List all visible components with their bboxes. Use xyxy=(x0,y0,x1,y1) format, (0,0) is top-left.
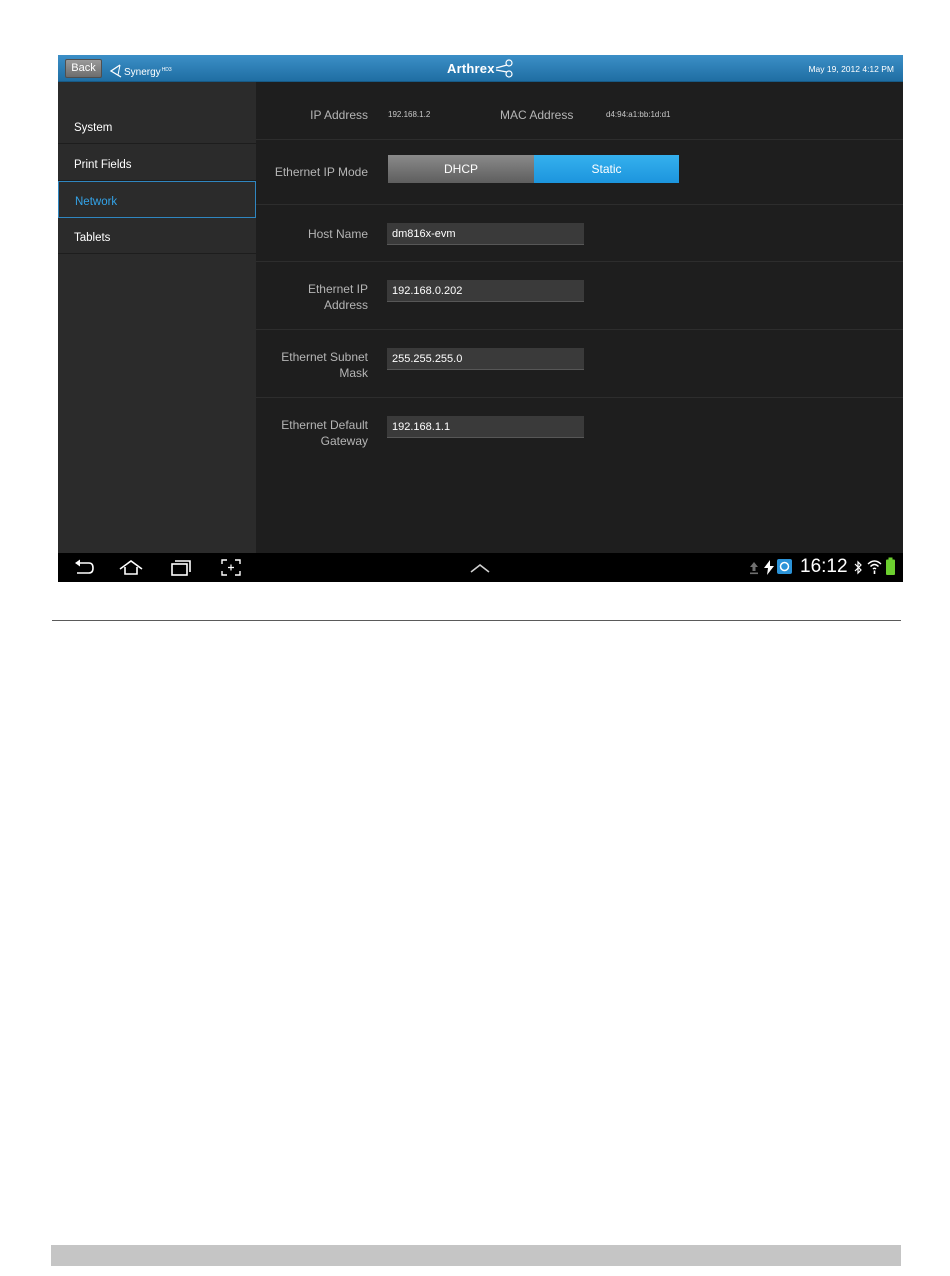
gateway-label-line1: Ethernet Default xyxy=(281,418,368,432)
sidebar-item-label: Network xyxy=(75,196,118,208)
tablet-screen: Back SynergyHD3 Arthrex May 19, 2012 4:1… xyxy=(58,55,903,582)
bluetooth-icon xyxy=(854,560,862,575)
dhcp-option[interactable]: DHCP xyxy=(388,155,534,183)
host-name-field[interactable]: dm816x-evm xyxy=(387,223,584,245)
status-clock: 16:12 xyxy=(800,556,848,577)
ethernet-ip-label-line1: Ethernet IP xyxy=(307,282,368,296)
gateway-label: Ethernet Default Gateway xyxy=(281,417,368,449)
usb-debug-icon xyxy=(764,560,774,575)
usb-upload-icon xyxy=(750,562,758,575)
recent-apps-icon[interactable] xyxy=(169,558,193,578)
ip-address-value: 192.168.1.2 xyxy=(388,110,431,119)
chevron-up-icon[interactable] xyxy=(468,561,492,575)
static-option[interactable]: Static xyxy=(534,155,679,183)
scissors-icon xyxy=(495,58,513,78)
host-name-label: Host Name xyxy=(307,227,368,241)
brand-name: Arthrex xyxy=(447,61,495,76)
ip-mode-label: Ethernet IP Mode xyxy=(274,165,368,179)
sidebar-item-system[interactable]: System xyxy=(58,107,256,144)
host-name-row: Host Name dm816x-evm xyxy=(256,205,903,262)
sync-app-icon xyxy=(777,559,792,574)
gateway-field[interactable]: 192.168.1.1 xyxy=(387,416,584,438)
back-button[interactable]: Back xyxy=(65,59,102,78)
network-settings-panel: IP Address 192.168.1.2 MAC Address d4:94… xyxy=(256,82,903,553)
wifi-icon xyxy=(867,560,882,574)
sidebar-item-tablets[interactable]: Tablets xyxy=(58,217,256,254)
ethernet-ip-label: Ethernet IP Address xyxy=(308,281,368,313)
top-action-bar: Back SynergyHD3 Arthrex May 19, 2012 4:1… xyxy=(58,55,903,82)
screenshot-icon[interactable] xyxy=(220,558,242,578)
subnet-mask-label: Ethernet Subnet Mask xyxy=(281,349,368,381)
ethernet-ip-row: Ethernet IP Address 192.168.0.202 xyxy=(256,262,903,330)
mac-address-value: d4:94:a1:bb:1d:d1 xyxy=(606,110,671,119)
mac-address-label: MAC Address xyxy=(500,108,574,122)
subnet-mask-label-line1: Ethernet Subnet xyxy=(281,350,368,364)
sidebar-item-label: Print Fields xyxy=(74,159,132,171)
synergy-logo: SynergyHD3 xyxy=(109,59,172,79)
ip-mode-toggle: DHCP Static xyxy=(388,155,679,183)
sidebar-item-network[interactable]: Network xyxy=(58,181,256,218)
ethernet-ip-field[interactable]: 192.168.0.202 xyxy=(387,280,584,302)
sidebar-item-print-fields[interactable]: Print Fields xyxy=(58,144,256,181)
page-footer-bar xyxy=(51,1245,901,1266)
subnet-mask-field[interactable]: 255.255.255.0 xyxy=(387,348,584,370)
brand-logo: Arthrex xyxy=(447,57,515,80)
subnet-mask-label-line2: Mask xyxy=(339,366,368,380)
page-divider xyxy=(52,620,901,621)
gateway-row: Ethernet Default Gateway 192.168.1.1 xyxy=(256,398,903,466)
sidebar-item-label: System xyxy=(74,122,113,134)
sidebar-item-label: Tablets xyxy=(74,232,111,244)
ip-mode-row: Ethernet IP Mode DHCP Static xyxy=(256,140,903,205)
ethernet-ip-label-line2: Address xyxy=(323,298,368,312)
synergy-arrow-icon xyxy=(109,64,122,78)
settings-sidebar: System Print Fields Network Tablets xyxy=(58,82,256,553)
home-nav-icon[interactable] xyxy=(118,558,144,578)
back-nav-icon[interactable] xyxy=(72,558,96,578)
synergy-app-name: SynergyHD3 xyxy=(124,67,172,78)
system-nav-bar: 16:12 xyxy=(58,553,903,582)
subnet-mask-row: Ethernet Subnet Mask 255.255.255.0 xyxy=(256,330,903,398)
date-time: May 19, 2012 4:12 PM xyxy=(808,64,894,74)
ip-address-label: IP Address xyxy=(310,108,368,122)
ip-mac-row: IP Address 192.168.1.2 MAC Address d4:94… xyxy=(256,82,903,140)
battery-icon xyxy=(886,557,895,575)
gateway-label-line2: Gateway xyxy=(320,434,368,448)
